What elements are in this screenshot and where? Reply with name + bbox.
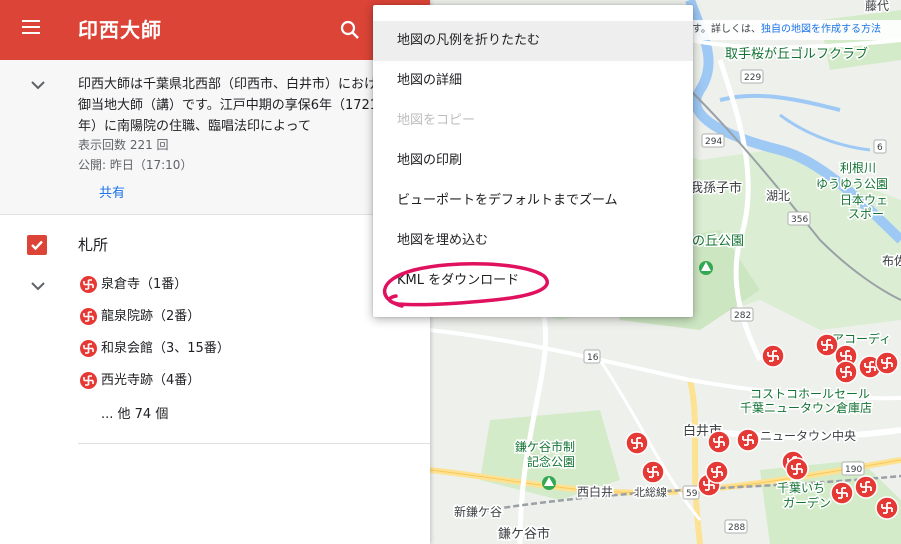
map-pin-icon — [641, 460, 665, 484]
map-pin-icon — [707, 430, 731, 454]
map-label-kamagaya-city: 鎌ケ谷市 — [498, 526, 550, 542]
view-count: 表示回数 221 回 — [78, 138, 169, 152]
map-pin-icon — [875, 496, 899, 520]
svg-text:288: 288 — [728, 523, 745, 533]
map-label-chibagarden-2: ガーデン — [783, 495, 831, 510]
map-description-section: 印西大師は千葉県北西部（印西市、白井市）における御当地大師（講）です。江戸中期の… — [0, 60, 430, 215]
svg-text:282: 282 — [734, 311, 751, 321]
map-notice: す。詳しくは、独自の地図を作成する方法 — [688, 20, 901, 40]
map-notice-link[interactable]: 独自の地図を作成する方法 — [761, 24, 881, 35]
menu-item[interactable]: KML をダウンロード — [373, 261, 693, 301]
map-label-nihonue-1: 日本ウェ — [840, 193, 888, 207]
menu-item[interactable]: 地図の凡例を折りたたむ — [373, 21, 693, 61]
map-label-nihonue-2: スポー — [848, 207, 884, 221]
menu-item[interactable]: 地図を埋め込む — [373, 221, 693, 261]
map-description: 印西大師は千葉県北西部（印西市、白井市）における御当地大師（講）です。江戸中期の… — [78, 77, 391, 134]
map-label-costco-2: 千葉ニュータウン倉庫店 — [740, 400, 872, 415]
map-pin-icon — [875, 351, 899, 375]
map-label-fujishiro: 藤代 — [865, 0, 889, 13]
map-label-nomori: の丘公園 — [692, 234, 744, 249]
place-label: 龍泉院跡（2番） — [101, 309, 201, 324]
map-label-chibagarden-1: 千葉いち — [777, 481, 825, 495]
app-bar: 印西大師 — [0, 0, 430, 60]
published-date: 公開: 昨日（17:10） — [78, 158, 193, 172]
svg-text:6: 6 — [877, 143, 883, 153]
map-label-ntchuo: ニュータウン中央 — [760, 428, 856, 443]
manji-pin-icon — [80, 308, 97, 325]
map-label-costco-1: コストコホールセール — [750, 387, 870, 401]
search-icon[interactable] — [336, 16, 364, 44]
manji-pin-icon — [80, 276, 97, 293]
place-label: 西光寺跡（4番） — [101, 373, 201, 388]
hamburger-menu-icon[interactable] — [18, 16, 44, 42]
map-label-fusa: 布佐 — [882, 254, 901, 268]
park-marker-icon — [542, 476, 556, 490]
map-pin-icon — [785, 457, 809, 481]
map-label-kamagaya-park-2: 記念公園 — [527, 454, 575, 469]
more-places-link[interactable]: ... 他 74 個 — [101, 403, 168, 422]
layer-visibility-checkbox[interactable] — [27, 235, 47, 255]
place-label: 和泉会館（3、15番） — [101, 341, 230, 356]
svg-text:229: 229 — [744, 73, 761, 83]
menu-item[interactable]: 地図の詳細 — [373, 61, 693, 101]
map-label-abiko: 我孫子市 — [690, 180, 742, 196]
chevron-down-icon[interactable] — [29, 277, 47, 295]
map-label-nishishiroi: 西白井 — [577, 484, 613, 499]
checkmark-icon — [31, 240, 43, 251]
map-label-shinkamagaya: 新鎌ケ谷 — [454, 504, 502, 519]
map-pin-icon — [815, 333, 839, 357]
divider — [78, 443, 430, 444]
map-pin-icon — [761, 344, 785, 368]
map-label-aqua: アコーディ — [832, 331, 891, 346]
map-pin-icon — [834, 360, 858, 384]
map-label-toride-golf: 取手桜が丘ゴルフクラブ — [725, 46, 868, 62]
map-pin-icon — [830, 481, 854, 505]
chevron-down-icon[interactable] — [29, 76, 47, 94]
map-label-kamagaya-park-1: 鎌ケ谷市制 — [515, 439, 575, 454]
svg-text:294: 294 — [705, 137, 722, 147]
share-link[interactable]: 共有 — [99, 182, 125, 201]
menu-item[interactable]: ビューポートをデフォルトまでズーム — [373, 181, 693, 221]
map-pin-icon — [854, 475, 878, 499]
svg-text:356: 356 — [791, 215, 808, 225]
map-pin-icon — [736, 428, 760, 452]
map-title: 印西大師 — [78, 18, 162, 42]
park-marker-icon — [699, 261, 713, 275]
map-label-tonegawa-1: 利根川 — [840, 161, 876, 175]
manji-pin-icon — [80, 340, 97, 357]
svg-text:190: 190 — [845, 465, 862, 475]
svg-text:16: 16 — [587, 353, 599, 363]
manji-pin-icon — [80, 372, 97, 389]
map-pin-icon — [625, 431, 649, 455]
map-notice-text: す。詳しくは、 — [692, 24, 761, 35]
menu-item[interactable]: 地図の印刷 — [373, 141, 693, 181]
map-pin-icon — [705, 460, 729, 484]
map-label-tonegawa-2: ゆうゆう公園 — [816, 177, 888, 191]
map-label-hokuso: 北総線 — [634, 485, 667, 499]
map-legend-panel: 印西大師 印西大師は千葉県北西部（印西市、白井市）における御当地大師（講）です。… — [0, 0, 430, 544]
map-options-menu: 地図の凡例を折りたたむ 地図の詳細地図をコピー地図の印刷 ビューポートをデフォルトま… — [373, 5, 693, 317]
layer-title: 札所 — [78, 236, 109, 254]
svg-text:59: 59 — [686, 489, 698, 499]
map-label-konan: 湖北 — [766, 188, 790, 203]
menu-item: 地図をコピー — [397, 113, 476, 128]
place-label: 泉倉寺（1番） — [101, 277, 188, 292]
